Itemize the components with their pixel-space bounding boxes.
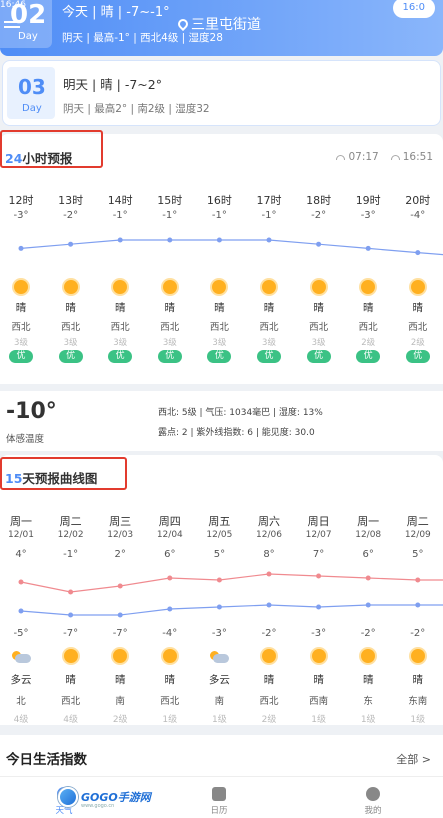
bottom-tab-bar: 天气 日历 我的 GOGO手游网 www.gogo.cn [0, 776, 443, 818]
today-summary: 今天 | 晴 | -7~-1° [62, 5, 170, 20]
feel-temperature-card: -10° 体感温度 西北: 5级 | 气压: 1034毫巴 | 湿度: 13% … [0, 391, 443, 451]
hourly-temperature-point [167, 237, 173, 243]
hourly-forecast-card: 24小时预报 07:17 16:51 12时 -3° 晴西北 3级优 13时 -2° 晴西北… [0, 130, 443, 384]
logo-ball-icon [58, 787, 78, 807]
tab-profile-label: 我的 [364, 806, 382, 816]
daily-low-temperature-point [365, 602, 371, 608]
daily-low-temperature-point [266, 602, 272, 608]
watermark-logo: GOGO手游网 www.gogo.cn [58, 786, 158, 809]
feel-temperature-value: -10° [6, 399, 57, 424]
life-index-all-link[interactable]: 全部 > [396, 751, 431, 767]
daily-high-temperature-line [20, 573, 443, 593]
hourly-temperature-point [18, 245, 24, 251]
tomorrow-details: 阴天 | 最高2° | 南2级 | 湿度32 [63, 103, 210, 115]
daily-low-temperature-point [68, 612, 74, 618]
feel-temperature-label: 体感温度 [6, 434, 45, 445]
weather-stats-line2: 露点: 2 | 紫外线指数: 6 | 能见度: 30.0 [158, 428, 315, 438]
daily-low-temperature-line [20, 604, 443, 616]
hourly-temperature-point [117, 237, 123, 243]
tab-profile[interactable]: 我的 [343, 777, 403, 816]
daily-high-temperature-point [117, 583, 123, 589]
hourly-temperature-point [365, 245, 371, 251]
daily-high-temperature-point [266, 571, 272, 577]
life-index-title: 今日生活指数 [6, 752, 87, 768]
calendar-tab-icon [212, 787, 226, 801]
daily-high-temperature-point [316, 573, 322, 579]
daily-low-temperature-point [415, 602, 421, 608]
daily-low-temperature-point [167, 606, 173, 612]
location-text: 三里屯街道 [191, 17, 261, 33]
daily-low-temperature-point [117, 612, 123, 618]
daily-high-temperature-point [365, 575, 371, 581]
tomorrow-summary: 明天 | 晴 | -7~2° [63, 77, 162, 92]
daily-high-temperature-point [415, 577, 421, 583]
hourly-temperature-line [20, 239, 443, 256]
tomorrow-card[interactable]: 03 Day 明天 | 晴 | -7~2° 阴天 | 最高2° | 南2级 | … [2, 60, 441, 126]
hourly-temperature-point [266, 237, 272, 243]
hourly-temperature-curve [18, 237, 443, 256]
hourly-temperature-point [216, 237, 222, 243]
hourly-temperature-point [68, 241, 74, 247]
tomorrow-day-label: Day [22, 103, 42, 114]
tomorrow-date-box: 03 Day [7, 67, 55, 119]
profile-tab-icon [366, 787, 380, 801]
hourly-temperature-point [316, 241, 322, 247]
daily-forecast-card: 15天预报曲线图 周一 12/01 4° -5° 多云北 4级 周二 12/02 -1° -7° 晴… [0, 455, 443, 725]
daily-high-temperature-point [68, 589, 74, 595]
daily-high-temperature-point [18, 579, 24, 585]
status-time: 16:46 [0, 0, 26, 10]
location-label[interactable]: 三里屯街道 [175, 14, 261, 34]
daily-temperature-curves [18, 571, 443, 618]
daily-low-temperature-point [316, 604, 322, 610]
daily-high-temperature-point [216, 577, 222, 583]
weather-stats-line1: 西北: 5级 | 气压: 1034毫巴 | 湿度: 13% [158, 408, 323, 418]
menu-icon[interactable] [4, 18, 20, 31]
daily-high-temperature-point [167, 575, 173, 581]
tab-calendar[interactable]: 日历 [189, 777, 249, 816]
today-day-label: Day [18, 31, 38, 42]
logo-subtext: www.gogo.cn [81, 803, 115, 809]
daily-low-temperature-point [18, 608, 24, 614]
top-right-button[interactable]: 16:0 [392, 0, 435, 18]
tab-calendar-label: 日历 [210, 806, 228, 816]
tomorrow-day-number: 03 [18, 75, 46, 99]
hourly-temperature-point [415, 250, 421, 256]
today-card[interactable]: 02 Day 16:46 今天 | 晴 | -7~-1° 阴天 | 最高-1° … [0, 0, 443, 56]
location-pin-icon [175, 16, 191, 32]
daily-low-temperature-point [216, 604, 222, 610]
